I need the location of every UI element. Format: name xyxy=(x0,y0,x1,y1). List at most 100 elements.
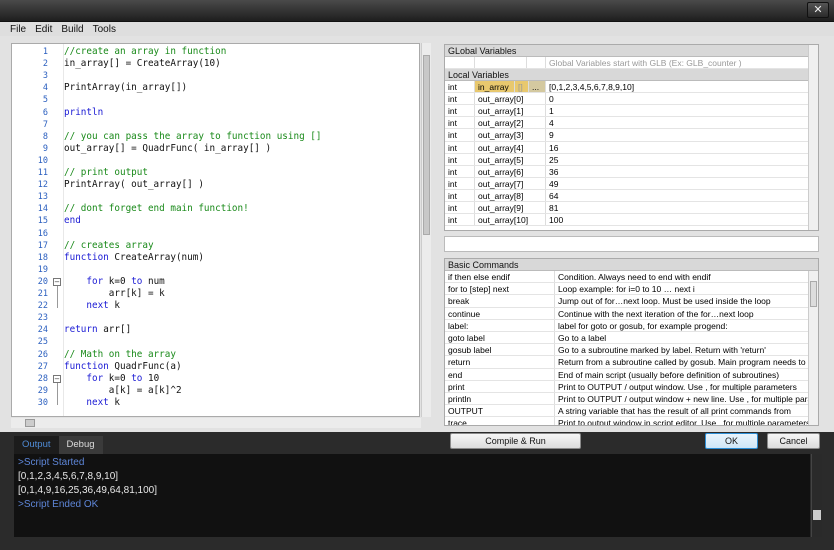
scroll-thumb[interactable] xyxy=(25,419,35,427)
code-line: // you can pass the array to function us… xyxy=(64,131,321,143)
variable-row[interactable]: int out_array[3] 9 xyxy=(445,129,818,142)
variable-row[interactable]: int out_array[8] 64 xyxy=(445,189,818,203)
code-line: next k xyxy=(64,300,120,312)
code-token: k xyxy=(108,300,120,312)
code-line: end xyxy=(64,215,81,227)
variable-type: int xyxy=(445,81,475,93)
variable-row[interactable]: int out_array[1] 1 xyxy=(445,105,818,118)
command-row[interactable]: return Return from a subroutine called by… xyxy=(445,356,818,369)
line-number: 29 xyxy=(37,385,48,396)
code-line: next k xyxy=(64,397,120,409)
command-row[interactable]: end End of main script (usually before de… xyxy=(445,368,818,381)
variable-type: int xyxy=(445,177,475,189)
variable-value: 4 xyxy=(546,117,818,129)
line-number: 19 xyxy=(37,264,48,275)
editor-vertical-scrollbar[interactable] xyxy=(421,43,431,417)
array-brackets-icon[interactable]: [] xyxy=(515,81,529,93)
scroll-thumb[interactable] xyxy=(810,281,817,307)
variable-row[interactable]: int out_array[6] 36 xyxy=(445,165,818,178)
command-row[interactable]: print Print to OUTPUT / output window. Us… xyxy=(445,380,818,393)
variable-value: 64 xyxy=(546,189,818,202)
code-token: // you can pass the array to function us… xyxy=(64,130,322,142)
variable-value: 1 xyxy=(546,105,818,117)
commands-scrollbar[interactable] xyxy=(808,271,818,425)
variable-name: out_array[10] xyxy=(475,214,546,226)
code-line: out_array[] = QuadrFunc( in_array[] ) xyxy=(64,143,271,155)
command-row[interactable]: label: label for goto or gosub, for examp… xyxy=(445,319,818,332)
panel-splitter[interactable] xyxy=(432,43,442,417)
variable-row[interactable]: int out_array[9] 81 xyxy=(445,202,818,215)
variable-row[interactable]: int out_array[10] 100 xyxy=(445,214,818,227)
browse-button[interactable]: ... xyxy=(529,81,546,93)
code-token: // Math on the array xyxy=(64,348,176,360)
variable-type: int xyxy=(445,214,475,226)
code-token: for xyxy=(86,275,104,287)
cancel-button[interactable]: Cancel xyxy=(767,433,820,449)
command-row[interactable]: OUTPUT A string variable that has the res… xyxy=(445,405,818,418)
code-area[interactable]: //create an array in function in_array[] … xyxy=(64,44,419,416)
code-line: function QuadrFunc(a) xyxy=(64,361,182,373)
variables-scrollbar[interactable] xyxy=(808,45,818,230)
command-row[interactable]: println Print to OUTPUT / output window +… xyxy=(445,392,818,406)
menu-build[interactable]: Build xyxy=(61,24,83,35)
compile-run-button[interactable]: Compile & Run xyxy=(450,433,581,449)
fold-toggle-icon[interactable]: − xyxy=(53,277,61,286)
variable-value: [0,1,2,3,4,5,6,7,8,9,10] xyxy=(546,81,818,93)
menu-edit[interactable]: Edit xyxy=(35,24,52,35)
line-number: 1 xyxy=(42,47,48,57)
scroll-thumb[interactable] xyxy=(813,510,821,520)
command-row[interactable]: goto label Go to a label xyxy=(445,331,818,345)
variable-row[interactable]: int out_array[4] 16 xyxy=(445,141,818,154)
editor-horizontal-scrollbar[interactable] xyxy=(11,418,421,428)
global-variables-header: GLobal Variables xyxy=(445,45,818,57)
command-description: label for goto or gosub, for example pro… xyxy=(558,320,728,331)
variable-row[interactable]: int out_array[7] 49 xyxy=(445,177,818,190)
variable-row[interactable]: int in_array[]... [0,1,2,3,4,5,6,7,8,9,10] xyxy=(445,81,818,94)
menu-tools[interactable]: Tools xyxy=(93,24,116,35)
variable-row[interactable]: int out_array[5] 25 xyxy=(445,153,818,166)
fold-toggle-icon[interactable]: − xyxy=(53,374,61,383)
code-token: PrintArray( out_array[] ) xyxy=(64,179,204,191)
variable-type: int xyxy=(445,129,475,141)
command-description: Condition. Always need to end with endif xyxy=(558,272,711,282)
code-token: // dont forget end main function! xyxy=(64,203,249,215)
global-hint-row: Global Variables start with GLB (Ex: GLB… xyxy=(445,57,818,70)
tab-debug[interactable]: Debug xyxy=(58,436,103,454)
command-row[interactable]: for to [step] next Loop example: for i=0 … xyxy=(445,283,818,296)
close-button[interactable]: ✕ xyxy=(807,2,829,18)
command-row[interactable]: gosub label Go to a subroutine marked by … xyxy=(445,344,818,357)
variable-type: int xyxy=(445,189,475,202)
variable-row[interactable]: int out_array[2] 4 xyxy=(445,117,818,130)
code-token: a[k] = a[k]^2 xyxy=(64,384,182,396)
scroll-thumb[interactable] xyxy=(423,55,430,235)
menu-file[interactable]: File xyxy=(10,24,26,35)
command-row[interactable]: if then else endif Condition. Always need… xyxy=(445,271,818,284)
command-row[interactable]: break Jump out of for…next loop. Must be … xyxy=(445,295,818,308)
command-name: OUTPUT xyxy=(445,405,555,417)
command-name: break xyxy=(445,295,555,307)
variable-name: out_array[1] xyxy=(475,105,546,117)
variable-edit-field[interactable] xyxy=(444,236,819,252)
code-token: out_array[] = QuadrFunc( in_array[] ) xyxy=(64,142,272,154)
variable-row[interactable]: int out_array[0] 0 xyxy=(445,93,818,106)
ok-button[interactable]: OK xyxy=(705,433,758,449)
fold-line xyxy=(57,382,58,405)
code-token: num xyxy=(142,275,165,287)
code-token: function xyxy=(64,360,109,372)
line-number: 28 xyxy=(37,373,48,384)
command-name: print xyxy=(445,380,555,392)
variable-name: out_array[9] xyxy=(475,202,546,214)
line-number: 18 xyxy=(37,252,48,263)
menu-bar: File Edit Build Tools xyxy=(0,22,834,36)
code-editor[interactable]: 1 2 3 4 5 6 7 8 9 10 11 12 13 14 15 16 17 18 19 20 21 22 23 24 2… xyxy=(11,43,420,417)
command-row[interactable]: trace Print to output window in script ed… xyxy=(445,417,818,425)
command-description: Jump out of for…next loop. Must be used … xyxy=(558,296,771,307)
command-description: Continue with the next iteration of the … xyxy=(558,308,754,319)
command-row[interactable]: continue Continue with the next iteration… xyxy=(445,307,818,320)
output-scrollbar[interactable] xyxy=(811,454,822,537)
tab-output[interactable]: Output xyxy=(14,436,59,454)
code-token: arr[k] = k xyxy=(64,288,165,299)
line-number: 5 xyxy=(42,95,48,106)
